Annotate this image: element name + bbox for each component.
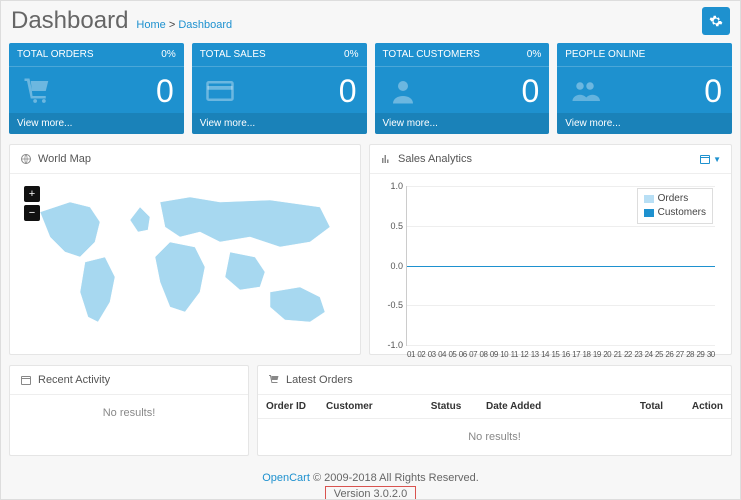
tile-total-customers: TOTAL CUSTOMERS0% 0 View more... [375,43,550,134]
recent-activity-panel: Recent Activity No results! [9,365,249,456]
chart-legend: Orders Customers [637,188,713,224]
chevron-down-icon: ▼ [713,155,721,164]
chart-y-axis: 1.0 0.5 0.0 -0.5 -1.0 [383,186,405,345]
globe-icon [20,153,32,165]
tile-value: 0 [156,75,174,107]
tile-people-online: PEOPLE ONLINE 0 View more... [557,43,732,134]
users-icon [567,76,603,106]
latest-orders-panel: Latest Orders Order ID Customer Status D… [257,365,732,456]
calendar-icon [699,153,711,165]
footer-brand-link[interactable]: OpenCart [262,472,310,484]
page-header: Dashboard Home > Dashboard [1,1,740,43]
sales-chart: 1.0 0.5 0.0 -0.5 -1.0 Orders [406,186,715,346]
tile-link[interactable]: View more... [9,113,184,134]
recent-empty: No results! [10,395,248,431]
cart-icon [268,374,280,386]
tile-value: 0 [521,75,539,107]
zoom-in-button[interactable]: + [24,186,40,202]
breadcrumb-current[interactable]: Dashboard [178,19,232,31]
zoom-out-button[interactable]: − [24,205,40,221]
sales-analytics-panel: Sales Analytics ▼ 1.0 0.5 0.0 -0.5 [369,144,732,355]
settings-button[interactable] [702,7,730,35]
tile-value: 0 [704,75,722,107]
barchart-icon [380,153,392,165]
world-map[interactable] [20,182,350,342]
breadcrumb: Home > Dashboard [136,19,232,31]
tile-link[interactable]: View more... [375,113,550,134]
orders-empty: No results! [258,419,731,455]
chart-x-axis: 0102030405060708091011121314151617181920… [407,350,715,359]
footer: OpenCart © 2009-2018 All Rights Reserved… [9,466,732,500]
orders-table-header: Order ID Customer Status Date Added Tota… [258,395,731,419]
chart-line-customers [407,266,715,267]
user-icon [385,76,421,106]
cart-icon [19,76,55,106]
page-title: Dashboard [11,7,128,35]
creditcard-icon [202,76,238,106]
range-dropdown[interactable]: ▼ [699,153,721,165]
version-badge: Version 3.0.2.0 [325,486,416,500]
tile-link[interactable]: View more... [192,113,367,134]
calendar-icon [20,374,32,386]
breadcrumb-home[interactable]: Home [136,19,165,31]
gear-icon [709,14,723,28]
tile-value: 0 [339,75,357,107]
tile-total-orders: TOTAL ORDERS0% 0 View more... [9,43,184,134]
tile-link[interactable]: View more... [557,113,732,134]
tile-total-sales: TOTAL SALES0% 0 View more... [192,43,367,134]
world-map-panel: World Map + − [9,144,361,355]
dashboard-page: Dashboard Home > Dashboard TOTAL ORDERS0… [0,0,741,500]
stat-tiles: TOTAL ORDERS0% 0 View more... TOTAL SALE… [9,43,732,134]
